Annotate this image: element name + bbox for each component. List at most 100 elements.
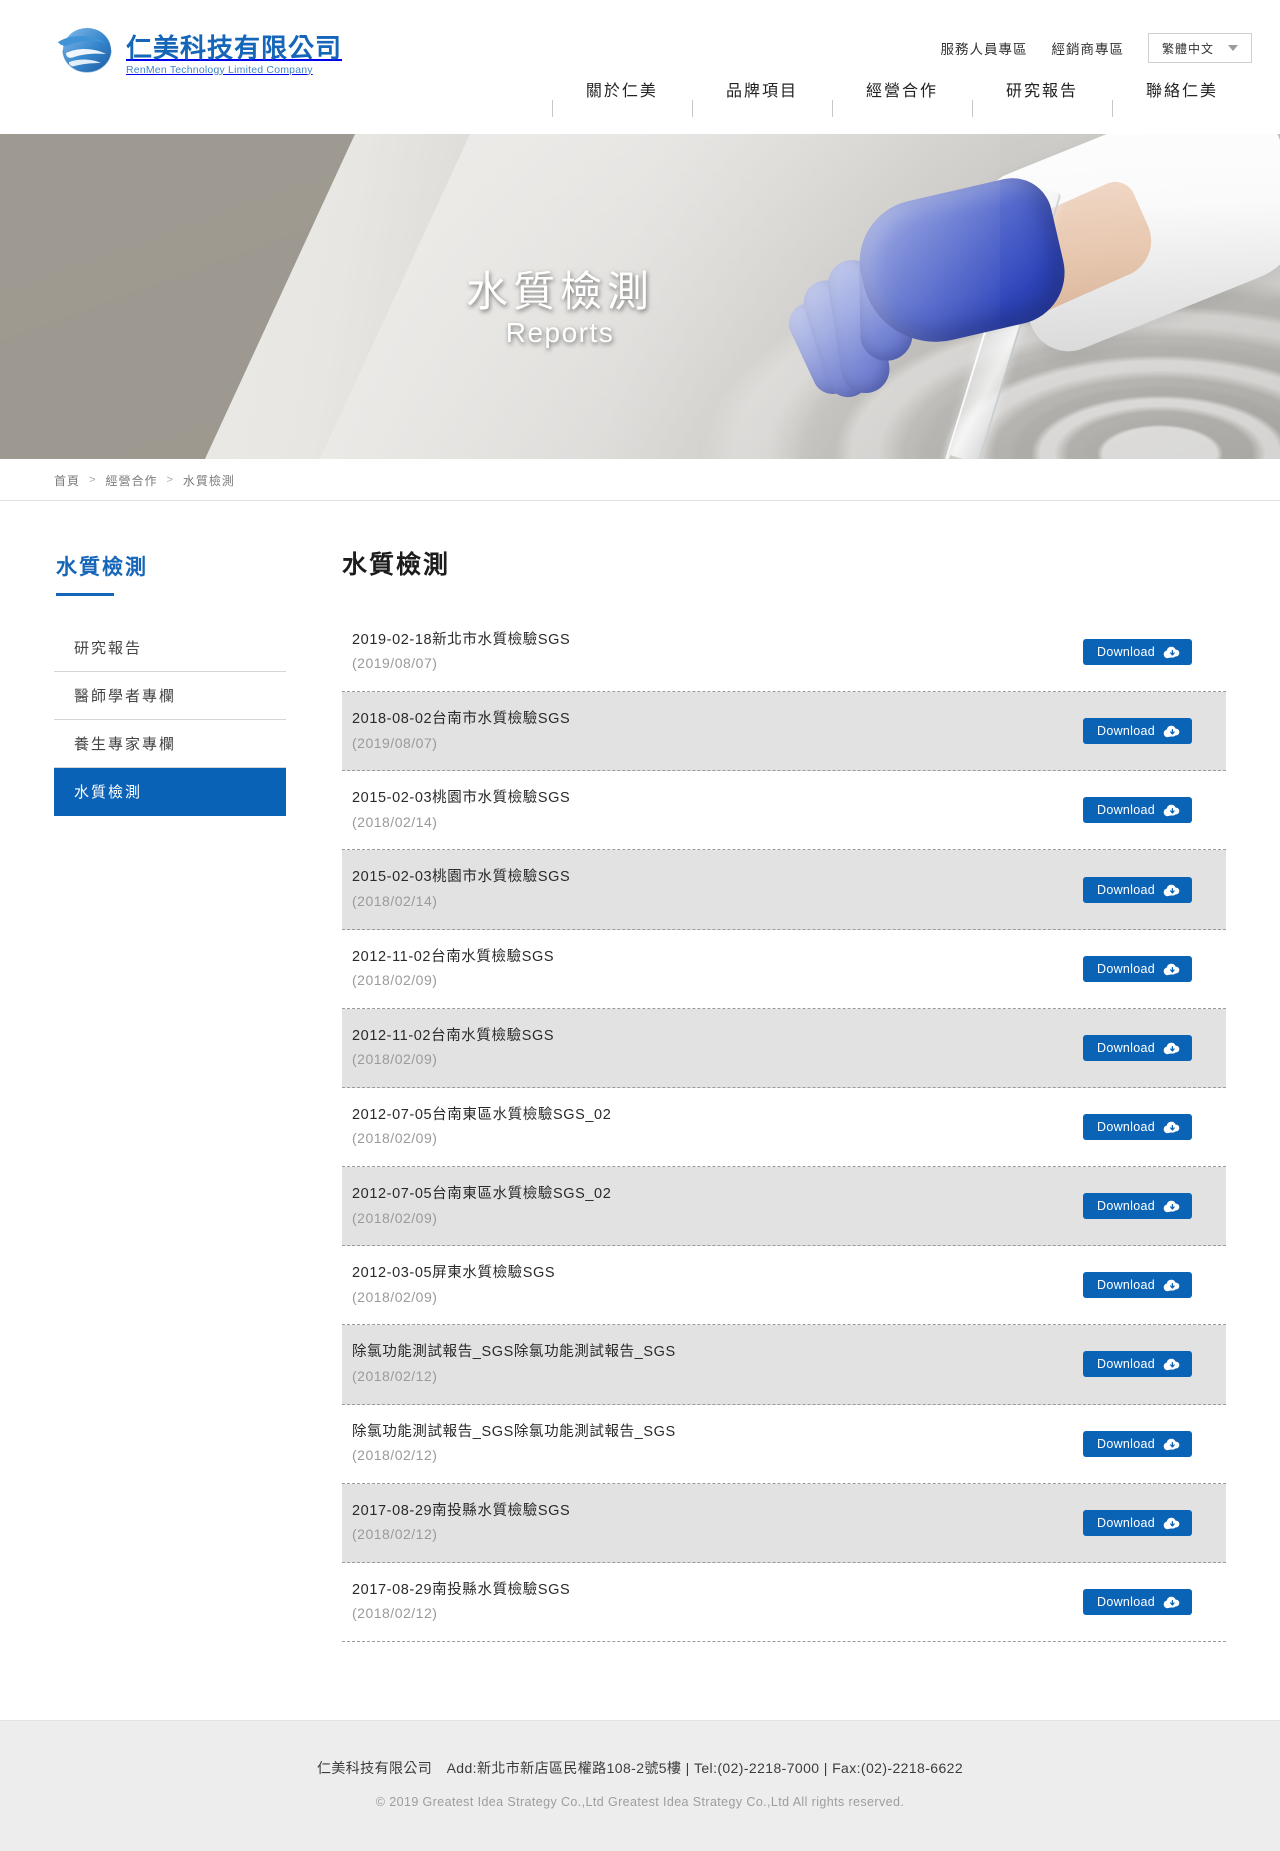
report-name: 2015-02-03桃園市水質檢驗SGS <box>352 869 571 886</box>
report-name: 2015-02-03桃園市水質檢驗SGS <box>352 790 571 807</box>
report-meta: 2017-08-29南投縣水質檢驗SGS (2018/02/12) <box>348 1500 570 1546</box>
report-list: 2019-02-18新北市水質檢驗SGS (2019/08/07) Download… <box>342 613 1226 1643</box>
sidebar-item-research-reports[interactable]: 研究報告 <box>54 624 286 672</box>
nav-item-brand[interactable]: 品牌項目 <box>691 78 832 117</box>
download-button[interactable]: Download <box>1083 955 1192 982</box>
cloud-download-icon <box>1163 725 1180 738</box>
report-name: 2012-07-05台南東區水質檢驗SGS_02 <box>352 1106 612 1123</box>
cloud-download-icon <box>1163 1438 1180 1450</box>
report-row: 2012-03-05屏東水質檢驗SGS (2018/02/09) Download <box>342 1246 1226 1326</box>
report-date: (2018/02/12) <box>352 1605 438 1622</box>
report-meta: 2012-07-05台南東區水質檢驗SGS_02 (2018/02/09) <box>348 1183 611 1229</box>
footer-company-info: 仁美科技有限公司 Add:新北市新店區民權路108-2號5樓 | Tel:(02… <box>316 1760 964 1777</box>
download-button-label: Download <box>1097 1357 1155 1372</box>
report-row: 2012-11-02台南水質檢驗SGS (2018/02/09) Download <box>342 930 1226 1009</box>
breadcrumb-item-home[interactable]: 首頁 <box>54 472 80 489</box>
report-meta: 2012-11-02台南水質檢驗SGS (2018/02/09) <box>348 946 554 992</box>
cloud-download-icon <box>1163 646 1180 659</box>
cloud-download-icon <box>1163 1121 1180 1134</box>
sidebar-heading-rule <box>56 593 114 596</box>
sidebar-item-label[interactable]: 研究報告 <box>54 624 286 672</box>
download-button[interactable]: Download <box>1083 1351 1192 1378</box>
download-button[interactable]: Download <box>1083 797 1192 824</box>
nav-item-contact[interactable]: 聯絡仁美 <box>1111 78 1252 117</box>
sidebar-item-label[interactable]: 醫師學者專欄 <box>54 672 286 720</box>
report-name: 2017-08-29南投縣水質檢驗SGS <box>352 1502 571 1519</box>
globe-waves-logo-icon <box>56 28 118 82</box>
download-button-label: Download <box>1097 1040 1155 1055</box>
breadcrumb-item-current: 水質檢測 <box>182 473 235 488</box>
report-date: (2018/02/14) <box>352 813 438 830</box>
sidebar-heading: 水質檢測 <box>56 556 148 579</box>
download-button-label: Download <box>1097 961 1155 976</box>
sidebar-item-wellness-column[interactable]: 養生專家專欄 <box>54 720 286 768</box>
report-meta: 2012-11-02台南水質檢驗SGS (2018/02/09) <box>348 1025 554 1071</box>
report-meta: 2015-02-03桃園市水質檢驗SGS (2018/02/14) <box>348 866 570 912</box>
download-button[interactable]: Download <box>1083 718 1192 745</box>
report-name: 2012-03-05屏東水質檢驗SGS <box>352 1265 556 1282</box>
logo-text-en: RenMen Technology Limited Company <box>126 63 313 76</box>
breadcrumb: 首頁 > 經營合作 > 水質檢測 <box>50 459 1230 501</box>
report-row: 除氯功能測試報告_SGS除氯功能測試報告_SGS (2018/02/12) Down… <box>342 1325 1226 1405</box>
report-row: 2017-08-29南投縣水質檢驗SGS (2018/02/12) Download <box>342 1563 1226 1643</box>
download-button[interactable]: Download <box>1083 1272 1192 1299</box>
report-row: 除氯功能測試報告_SGS除氯功能測試報告_SGS (2018/02/12) Down… <box>342 1405 1226 1484</box>
hero-title-en: Reports <box>505 317 615 349</box>
download-button[interactable]: Download <box>1083 1430 1192 1457</box>
page-body: 水質檢測 研究報告 醫師學者專欄 養生專家專欄 水質檢測 水質檢測 2019-0… <box>50 501 1230 1720</box>
main-content: 水質檢測 2019-02-18新北市水質檢驗SGS (2019/08/07) Dow… <box>286 545 1226 1643</box>
report-row: 2012-07-05台南東區水質檢驗SGS_02 (2018/02/09) Down… <box>342 1088 1226 1168</box>
download-button[interactable]: Download <box>1083 1588 1192 1615</box>
sidebar-item-label[interactable]: 養生專家專欄 <box>54 720 286 768</box>
logo-text-cn: 仁美科技有限公司 <box>126 32 343 63</box>
report-date: (2019/08/07) <box>352 734 438 751</box>
download-button[interactable]: Download <box>1083 876 1192 903</box>
download-button[interactable]: Download <box>1083 1509 1192 1536</box>
report-row: 2019-02-18新北市水質檢驗SGS (2019/08/07) Download <box>342 613 1226 693</box>
breadcrumb-item-cooperation[interactable]: 經營合作 <box>105 472 157 489</box>
language-selected-label: 繁體中文 <box>1161 41 1214 56</box>
download-button[interactable]: Download <box>1083 1193 1192 1220</box>
download-button-label: Download <box>1097 1594 1155 1609</box>
cloud-download-icon <box>1163 805 1180 817</box>
sidebar-item-water-quality[interactable]: 水質檢測 <box>54 768 286 816</box>
download-button-label: Download <box>1097 803 1155 818</box>
report-meta: 2019-02-18新北市水質檢驗SGS (2019/08/07) <box>348 629 570 675</box>
report-name: 2012-07-05台南東區水質檢驗SGS_02 <box>352 1186 612 1203</box>
report-name: 2017-08-29南投縣水質檢驗SGS <box>352 1581 571 1598</box>
report-date: (2018/02/14) <box>352 892 438 909</box>
sidebar-item-label[interactable]: 水質檢測 <box>54 768 286 816</box>
report-meta: 除氯功能測試報告_SGS除氯功能測試報告_SGS (2018/02/12) <box>348 1421 676 1467</box>
site-logo[interactable]: 仁美科技有限公司 RenMen Technology Limited Compa… <box>56 28 342 82</box>
download-button[interactable]: Download <box>1083 639 1192 666</box>
nav-item-research[interactable]: 研究報告 <box>971 78 1112 117</box>
report-date: (2018/02/09) <box>352 972 438 989</box>
report-meta: 2017-08-29南投縣水質檢驗SGS (2018/02/12) <box>348 1579 570 1625</box>
breadcrumb-bar: 首頁 > 經營合作 > 水質檢測 <box>0 459 1280 501</box>
report-name: 除氯功能測試報告_SGS除氯功能測試報告_SGS <box>352 1344 676 1361</box>
cloud-download-icon <box>1163 1517 1180 1529</box>
language-selector[interactable]: 繁體中文 <box>1148 33 1252 63</box>
report-meta: 2012-03-05屏東水質檢驗SGS (2018/02/09) <box>348 1262 555 1308</box>
download-button[interactable]: Download <box>1083 1034 1192 1061</box>
download-button[interactable]: Download <box>1083 1114 1192 1141</box>
nav-item-cooperation[interactable]: 經營合作 <box>831 78 972 117</box>
download-button-label: Download <box>1097 1120 1155 1135</box>
utility-bar: 服務人員專區 經銷商專區 繁體中文 <box>941 33 1252 63</box>
cloud-download-icon <box>1163 963 1180 975</box>
nav-item-about[interactable]: 關於仁美 <box>551 78 692 117</box>
report-date: (2018/02/09) <box>352 1130 438 1147</box>
cloud-download-icon <box>1163 1200 1180 1213</box>
page-title: 水質檢測 <box>342 551 451 579</box>
hero-caption: 水質檢測 Reports <box>0 268 1280 349</box>
utility-link-distributor[interactable]: 經銷商專區 <box>1052 38 1125 58</box>
sidebar-item-doctor-column[interactable]: 醫師學者專欄 <box>54 672 286 720</box>
report-name: 2019-02-18新北市水質檢驗SGS <box>352 632 571 648</box>
report-date: (2018/02/09) <box>352 1051 438 1068</box>
report-row: 2012-07-05台南東區水質檢驗SGS_02 (2018/02/09) Down… <box>342 1167 1226 1247</box>
hero-title-cn: 水質檢測 <box>465 268 654 315</box>
report-name: 2018-08-02台南市水質檢驗SGS <box>352 711 571 728</box>
report-date: (2019/08/07) <box>352 655 438 672</box>
download-button-label: Download <box>1097 724 1155 739</box>
utility-link-service-staff[interactable]: 服務人員專區 <box>941 38 1028 58</box>
